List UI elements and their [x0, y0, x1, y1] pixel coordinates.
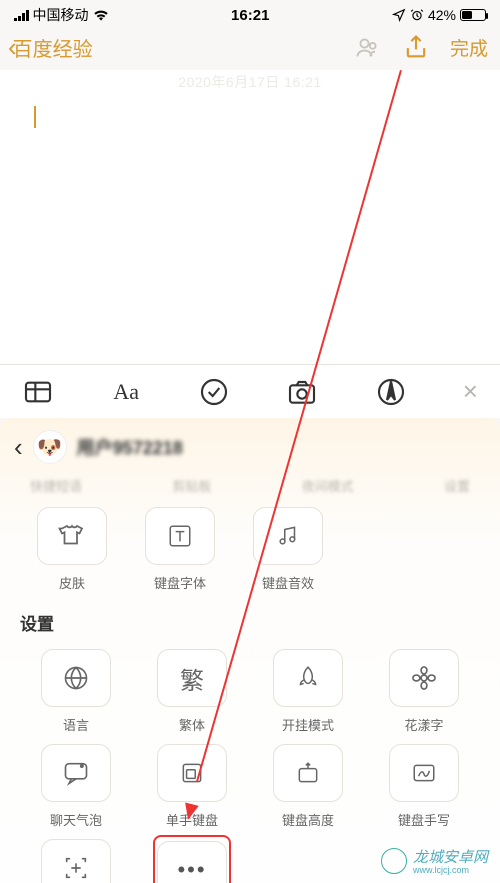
tile-boost[interactable]: 开挂模式: [250, 649, 366, 734]
table-icon[interactable]: [22, 376, 54, 408]
tile-label: 语言: [63, 715, 89, 734]
status-right: 42%: [392, 7, 486, 23]
tab-4[interactable]: 设置: [444, 476, 470, 495]
tile-sound[interactable]: 键盘音效: [234, 507, 342, 592]
tile-label: 开挂模式: [282, 715, 334, 734]
note-timestamp: 2020年6月17日 16:21: [18, 70, 482, 92]
tile-bubble[interactable]: 聊天气泡: [18, 744, 134, 829]
avatar[interactable]: 🐶: [33, 430, 67, 464]
tile-label: 键盘字体: [154, 573, 206, 592]
tile-more-settings[interactable]: ••• 更多设置: [134, 839, 250, 883]
tile-handwrite[interactable]: 键盘手写: [366, 744, 482, 829]
text-cursor: [34, 106, 36, 128]
panel-header: ‹ 🐶 用户9572218: [0, 418, 500, 474]
locate-icon: [392, 8, 406, 22]
tile-label: 聊天气泡: [50, 810, 102, 829]
highlight-annotation: ••• 更多设置: [153, 835, 231, 883]
tile-traditional[interactable]: 繁 繁体: [134, 649, 250, 734]
panel-tabs: 快捷短语 剪贴板 夜间模式 设置: [0, 474, 500, 503]
username-label: 用户9572218: [77, 434, 183, 460]
watermark: 龙城安卓网 www.lcjcj.com: [381, 846, 488, 875]
status-bar: 中国移动 16:21 42%: [0, 0, 500, 28]
tile-custom-toolbar[interactable]: 定制工具栏: [18, 839, 134, 883]
people-icon[interactable]: [354, 33, 382, 61]
nav-bar: ‹ 百度经验 完成: [0, 28, 500, 70]
tile-label: 皮肤: [59, 573, 85, 592]
camera-icon[interactable]: [286, 376, 318, 408]
back-button[interactable]: ‹ 百度经验: [8, 33, 93, 62]
battery-percent: 42%: [428, 7, 456, 23]
tile-label: 键盘高度: [282, 810, 334, 829]
format-toolbar: Aa ×: [0, 364, 500, 418]
tab-1[interactable]: 快捷短语: [30, 476, 82, 495]
watermark-name: 龙城安卓网: [413, 846, 488, 867]
close-icon[interactable]: ×: [463, 376, 478, 407]
tile-label: 繁体: [179, 715, 205, 734]
carrier-label: 中国移动: [33, 5, 89, 25]
draw-icon[interactable]: [375, 376, 407, 408]
status-left: 中国移动: [14, 5, 109, 25]
tile-skin[interactable]: 皮肤: [18, 507, 126, 592]
wifi-icon: [93, 9, 109, 21]
tab-2[interactable]: 剪贴板: [172, 476, 211, 495]
alarm-icon: [410, 8, 424, 22]
watermark-logo-icon: [381, 848, 407, 874]
tile-label: 键盘音效: [262, 573, 314, 592]
tile-font[interactable]: 键盘字体: [126, 507, 234, 592]
section-settings-title: 设置: [0, 604, 500, 645]
note-editor[interactable]: 2020年6月17日 16:21: [0, 70, 500, 364]
tile-flower[interactable]: 花漾字: [366, 649, 482, 734]
tile-height[interactable]: 键盘高度: [250, 744, 366, 829]
tile-label: 花漾字: [404, 715, 443, 734]
tile-label: 键盘手写: [398, 810, 450, 829]
back-label: 百度经验: [13, 33, 93, 62]
keyboard-panel: ‹ 🐶 用户9572218 快捷短语 剪贴板 夜间模式 设置 皮肤 键盘字体 键…: [0, 418, 500, 883]
text-format-icon[interactable]: Aa: [110, 376, 142, 408]
checklist-icon[interactable]: [198, 376, 230, 408]
panel-back-icon[interactable]: ‹: [14, 434, 23, 460]
done-button[interactable]: 完成: [450, 34, 488, 61]
share-icon[interactable]: [402, 33, 430, 61]
signal-icon: [14, 9, 29, 21]
battery-icon: [460, 9, 486, 21]
tile-language[interactable]: 语言: [18, 649, 134, 734]
tab-3[interactable]: 夜间模式: [302, 476, 354, 495]
status-time: 16:21: [231, 7, 269, 24]
